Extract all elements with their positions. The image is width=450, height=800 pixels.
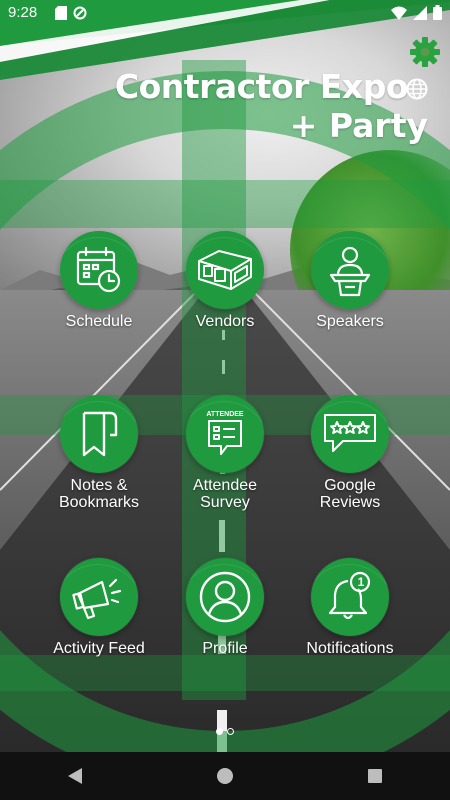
- bookmark-icon: [82, 411, 118, 457]
- recents-button[interactable]: [355, 756, 395, 796]
- tile-attendee-survey[interactable]: ATTENDEE Attendee Survey: [165, 395, 285, 511]
- sd-card-icon: [55, 6, 67, 20]
- wifi-icon: [391, 6, 407, 20]
- tile-label: Google Reviews: [319, 477, 381, 511]
- megaphone-icon: [72, 578, 122, 620]
- survey-badge-text: ATTENDEE: [206, 411, 244, 418]
- globe-icon: [406, 78, 428, 99]
- tile-circle: [311, 231, 389, 309]
- signal-icon: [413, 5, 427, 20]
- tile-label: Notes & Bookmarks: [58, 477, 140, 511]
- tile-circle: ATTENDEE: [186, 395, 264, 473]
- tile-label: Attendee Survey: [192, 477, 258, 511]
- tile-notes-bookmarks[interactable]: Notes & Bookmarks: [39, 395, 159, 511]
- title-line2: + Party: [289, 105, 428, 145]
- system-nav-bar: [0, 752, 450, 800]
- tile-circle: [60, 395, 138, 473]
- page-indicator: [0, 728, 450, 735]
- tile-circle: 1: [311, 558, 389, 636]
- speaker-podium-icon: [329, 246, 371, 297]
- tile-circle: [60, 231, 138, 309]
- home-button[interactable]: [205, 756, 245, 796]
- back-button[interactable]: [55, 756, 95, 796]
- tile-google-reviews[interactable]: Google Reviews: [290, 395, 410, 511]
- tile-vendors[interactable]: Vendors: [165, 231, 285, 330]
- bell-icon: [328, 571, 371, 620]
- survey-icon: ATTENDEE: [206, 411, 244, 455]
- tile-label: Schedule: [65, 313, 133, 330]
- tile-label: Notifications: [306, 640, 394, 657]
- settings-gear-button[interactable]: [409, 36, 441, 68]
- stars-review-icon: [324, 414, 376, 452]
- app-title: Contractor Expo + Party: [114, 67, 428, 145]
- tile-schedule[interactable]: Schedule: [39, 231, 159, 330]
- tile-activity-feed[interactable]: Activity Feed: [39, 558, 159, 657]
- notification-count-badge: 1: [357, 575, 365, 589]
- tile-circle: [186, 558, 264, 636]
- tile-profile[interactable]: Profile: [165, 558, 285, 657]
- data-saver-icon: [73, 6, 87, 20]
- gear-icon: [410, 37, 440, 67]
- title-line1: Contractor Expo: [114, 67, 409, 106]
- status-bar: 9:28: [0, 0, 450, 26]
- calendar-clock-icon: [76, 246, 121, 293]
- tile-label: Speakers: [316, 313, 384, 330]
- tile-label: Profile: [202, 640, 248, 657]
- home-circle-icon: [217, 768, 233, 784]
- tile-circle: [311, 395, 389, 473]
- booth-icon: [198, 250, 252, 290]
- page-dot[interactable]: [227, 728, 234, 735]
- road: [0, 290, 450, 752]
- back-triangle-icon: [68, 768, 82, 784]
- tile-circle: [186, 231, 264, 309]
- recents-square-icon: [368, 769, 382, 783]
- tile-speakers[interactable]: Speakers: [290, 231, 410, 330]
- page-dot-active[interactable]: [216, 728, 223, 735]
- user-icon: [199, 571, 251, 623]
- tile-notifications[interactable]: 1 Notifications: [290, 558, 410, 657]
- tile-circle: [60, 558, 138, 636]
- status-time: 9:28: [8, 4, 38, 21]
- tile-label: Vendors: [195, 313, 255, 330]
- tile-label: Activity Feed: [53, 640, 145, 657]
- battery-icon: [433, 5, 442, 20]
